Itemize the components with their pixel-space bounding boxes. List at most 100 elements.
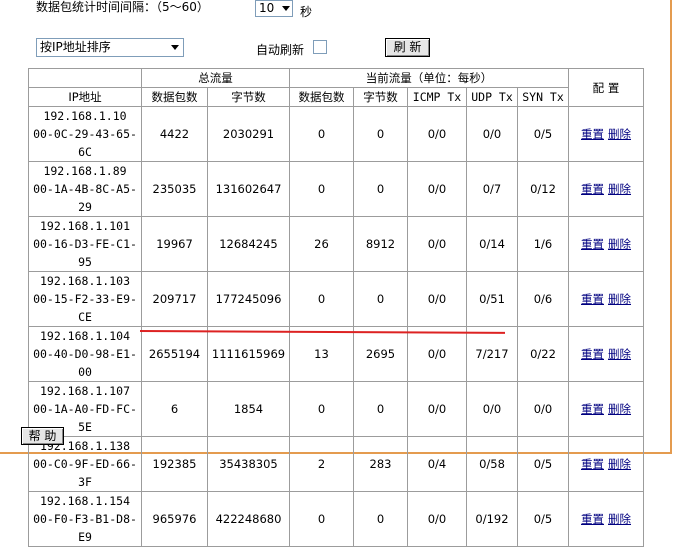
cell-bytes: 422248680 <box>207 491 290 547</box>
interval-value: 10 <box>259 1 275 15</box>
table-row: 192.168.1.154 00-F0-F3-B1-D8-E9 965976 4222… <box>28 491 644 547</box>
cell-packets: 19967 <box>141 216 208 272</box>
cell-cur-bytes: 283 <box>353 436 408 492</box>
cell-udp: 0/58 <box>466 436 518 492</box>
cell-bytes: 35438305 <box>207 436 290 492</box>
header-syn: SYN Tx <box>517 87 569 107</box>
cell-packets: 209717 <box>141 271 208 327</box>
cell-cur-packets: 0 <box>289 381 354 437</box>
interval-label: 数据包统计时间间隔：（5～60） <box>36 0 209 14</box>
delete-link[interactable]: 删除 <box>608 347 631 361</box>
cell-cur-packets: 26 <box>289 216 354 272</box>
cell-syn: 0/0 <box>517 381 569 437</box>
delete-link[interactable]: 删除 <box>608 402 631 416</box>
header-current: 当前流量（单位：每秒） <box>289 68 569 88</box>
cell-cur-packets: 0 <box>289 161 354 217</box>
cell-icmp: 0/0 <box>407 381 467 437</box>
header-icmp: ICMP Tx <box>407 87 467 107</box>
help-button[interactable]: 帮 助 <box>21 427 64 445</box>
cell-cur-bytes: 0 <box>353 161 408 217</box>
cell-packets: 4422 <box>141 106 208 162</box>
delete-link[interactable]: 删除 <box>608 182 631 196</box>
cell-syn: 0/5 <box>517 491 569 547</box>
ip-mac-cell: 192.168.1.101 00-16-D3-FE-C1-95 <box>28 216 142 272</box>
ip-mac-cell: 192.168.1.103 00-15-F2-33-E9-CE <box>28 271 142 327</box>
ip-mac-cell: 192.168.1.89 00-1A-4B-8C-A5-29 <box>28 161 142 217</box>
cell-icmp: 0/0 <box>407 326 467 382</box>
cell-packets: 192385 <box>141 436 208 492</box>
mac-address: 00-C0-9F-ED-66-3F <box>33 457 137 489</box>
cell-bytes: 1111615969 <box>207 326 290 382</box>
cell-syn: 0/6 <box>517 271 569 327</box>
config-cell: 重置 删除 <box>568 271 644 327</box>
interval-select[interactable]: 10 <box>255 0 293 17</box>
ip-address: 192.168.1.104 <box>39 329 130 343</box>
cell-udp: 0/7 <box>466 161 518 217</box>
reset-link[interactable]: 重置 <box>581 292 604 306</box>
mac-address: 00-F0-F3-B1-D8-E9 <box>33 512 137 544</box>
reset-link[interactable]: 重置 <box>581 512 604 526</box>
cell-packets: 6 <box>141 381 208 437</box>
header-row-2: IP地址 数据包数 字节数 数据包数 字节数 ICMP Tx UDP Tx SY… <box>28 87 644 107</box>
cell-cur-bytes: 0 <box>353 271 408 327</box>
cell-cur-bytes: 2695 <box>353 326 408 382</box>
table-row: 192.168.1.103 00-15-F2-33-E9-CE 209717 1772… <box>28 271 644 327</box>
header-udp: UDP Tx <box>466 87 518 107</box>
delete-link[interactable]: 删除 <box>608 457 631 471</box>
cell-icmp: 0/0 <box>407 491 467 547</box>
reset-link[interactable]: 重置 <box>581 182 604 196</box>
mac-address: 00-40-D0-98-E1-00 <box>33 347 137 379</box>
cell-packets: 235035 <box>141 161 208 217</box>
ip-address: 192.168.1.89 <box>43 164 127 178</box>
delete-link[interactable]: 删除 <box>608 512 631 526</box>
cell-bytes: 12684245 <box>207 216 290 272</box>
config-cell: 重置 删除 <box>568 491 644 547</box>
reset-link[interactable]: 重置 <box>581 237 604 251</box>
ip-address: 192.168.1.107 <box>39 384 130 398</box>
chevron-down-icon <box>282 6 290 11</box>
header-row-1: 总流量 当前流量（单位：每秒） 配 置 <box>28 68 644 107</box>
ip-address: 192.168.1.101 <box>39 219 130 233</box>
config-cell: 重置 删除 <box>568 161 644 217</box>
cell-udp: 0/0 <box>466 106 518 162</box>
ip-address: 192.168.1.103 <box>39 274 130 288</box>
reset-link[interactable]: 重置 <box>581 402 604 416</box>
ip-mac-cell: 192.168.1.154 00-F0-F3-B1-D8-E9 <box>28 491 142 547</box>
table-row: 192.168.1.10 00-0C-29-43-65-6C 4422 2030291… <box>28 106 644 162</box>
chevron-down-icon <box>171 45 179 50</box>
delete-link[interactable]: 删除 <box>608 292 631 306</box>
header-bytes: 字节数 <box>207 87 290 107</box>
config-cell: 重置 删除 <box>568 381 644 437</box>
reset-link[interactable]: 重置 <box>581 457 604 471</box>
ip-address: 192.168.1.10 <box>43 109 127 123</box>
cell-icmp: 0/0 <box>407 161 467 217</box>
config-cell: 重置 删除 <box>568 326 644 382</box>
cell-icmp: 0/0 <box>407 106 467 162</box>
interval-unit: 秒 <box>300 5 313 19</box>
traffic-table: 总流量 当前流量（单位：每秒） 配 置 IP地址 数据包数 字节数 数据包数 字… <box>28 68 644 547</box>
delete-link[interactable]: 删除 <box>608 127 631 141</box>
sort-select[interactable]: 按IP地址排序 <box>36 38 184 57</box>
cell-udp: 0/14 <box>466 216 518 272</box>
delete-link[interactable]: 删除 <box>608 237 631 251</box>
cell-cur-bytes: 0 <box>353 106 408 162</box>
refresh-button[interactable]: 刷 新 <box>385 38 430 57</box>
auto-refresh-checkbox[interactable] <box>313 40 327 54</box>
header-ip-blank <box>28 68 142 88</box>
ip-mac-cell: 192.168.1.104 00-40-D0-98-E1-00 <box>28 326 142 382</box>
cell-udp: 0/51 <box>466 271 518 327</box>
reset-link[interactable]: 重置 <box>581 127 604 141</box>
cell-cur-packets: 0 <box>289 106 354 162</box>
cell-udp: 0/0 <box>466 381 518 437</box>
cell-packets: 965976 <box>141 491 208 547</box>
header-total: 总流量 <box>141 68 290 88</box>
reset-link[interactable]: 重置 <box>581 347 604 361</box>
cell-syn: 0/5 <box>517 106 569 162</box>
cell-syn: 0/12 <box>517 161 569 217</box>
cell-cur-bytes: 0 <box>353 381 408 437</box>
table-row: 192.168.1.104 00-40-D0-98-E1-00 2655194 111… <box>28 326 644 382</box>
cell-packets: 2655194 <box>141 326 208 382</box>
mac-address: 00-15-F2-33-E9-CE <box>33 292 137 324</box>
cell-syn: 0/5 <box>517 436 569 492</box>
cell-cur-packets: 2 <box>289 436 354 492</box>
